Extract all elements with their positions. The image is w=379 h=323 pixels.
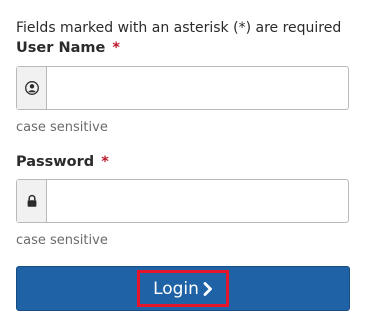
password-label-text: Password (16, 154, 95, 170)
lock-icon (17, 180, 47, 222)
username-label: User Name * (16, 40, 120, 56)
username-input[interactable] (47, 67, 348, 109)
username-input-group (16, 66, 349, 110)
user-circle-icon (17, 67, 47, 109)
login-button-highlight: Login (137, 270, 229, 307)
password-label: Password * (16, 154, 109, 170)
login-button-label: Login (153, 278, 199, 299)
login-form: Fields marked with an asterisk (*) are r… (0, 0, 379, 323)
login-button[interactable]: Login (16, 266, 350, 311)
username-help-text: case sensitive (16, 120, 108, 135)
password-required-marker: * (101, 154, 109, 170)
chevron-right-icon (203, 281, 213, 296)
password-input-group (16, 179, 349, 223)
password-help-text: case sensitive (16, 233, 108, 248)
required-fields-note: Fields marked with an asterisk (*) are r… (16, 20, 342, 36)
username-label-text: User Name (16, 40, 106, 56)
password-input[interactable] (47, 180, 348, 222)
username-required-marker: * (112, 40, 120, 56)
